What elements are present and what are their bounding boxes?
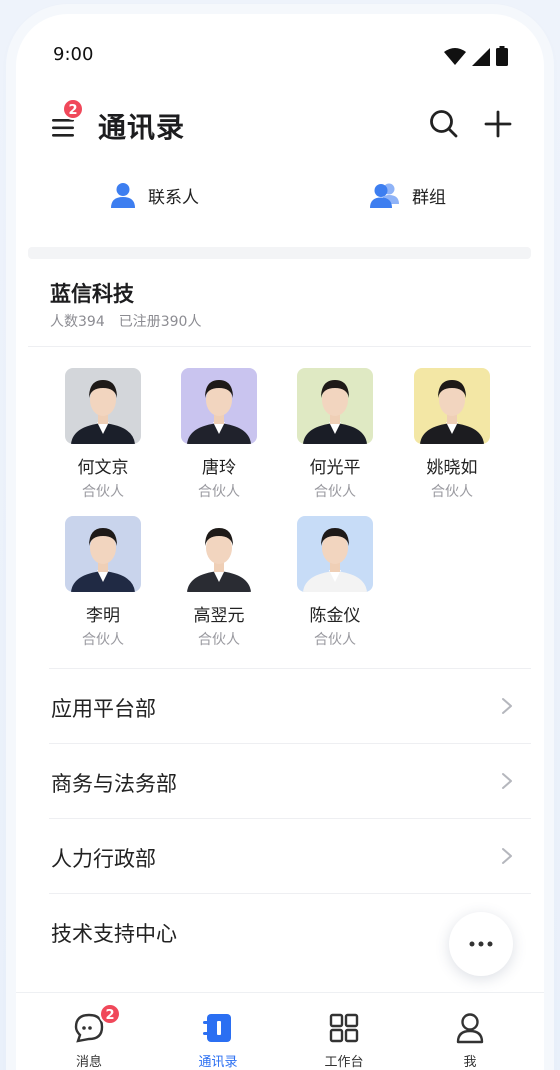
plus-icon <box>484 110 512 138</box>
contact-tabs: 联系人 群组 <box>16 174 544 234</box>
member-role: 合伙人 <box>314 632 356 648</box>
menu-notification-badge: 2 <box>62 98 84 120</box>
department-name: 技术支持中心 <box>51 922 177 946</box>
tab-contacts-label: 联系人 <box>148 187 199 208</box>
avatar <box>181 516 257 592</box>
member-name: 何文京 <box>77 458 129 478</box>
member-name: 李明 <box>86 606 120 626</box>
tabbar-label: 我 <box>463 1055 477 1070</box>
member-card[interactable]: 姚晓如 合伙人 <box>394 368 510 501</box>
org-headcount: 人数394 <box>50 314 105 330</box>
member-card[interactable]: 何光平 合伙人 <box>277 368 393 501</box>
member-name: 高翌元 <box>193 606 245 626</box>
member-name: 姚晓如 <box>426 458 478 478</box>
department-row[interactable]: 商务与法务部 <box>49 743 531 818</box>
tabbar-item-grid[interactable]: 工作台 <box>299 1011 389 1070</box>
member-role: 合伙人 <box>82 484 124 500</box>
profile-icon <box>425 1011 515 1045</box>
organization-name[interactable]: 蓝信科技 <box>50 278 134 308</box>
chevron-right-icon <box>502 773 512 789</box>
member-card[interactable]: 唐玲 合伙人 <box>161 368 277 501</box>
app-header: 2 通讯录 <box>16 94 544 156</box>
cellular-signal-icon <box>472 48 490 66</box>
member-card[interactable]: 何文京 合伙人 <box>45 368 161 501</box>
tab-contacts[interactable]: 联系人 <box>110 182 199 208</box>
more-actions-button[interactable] <box>449 912 513 976</box>
department-name: 人力行政部 <box>51 847 156 871</box>
contacts-book-icon <box>173 1011 263 1045</box>
avatar <box>65 368 141 444</box>
phone-screen: 9:00 2 通讯录 联系人 群组 蓝信科技 人数394 已注册390人 何文京… <box>16 14 544 1070</box>
avatar <box>297 516 373 592</box>
avatar <box>65 516 141 592</box>
tabbar-label: 工作台 <box>324 1055 364 1070</box>
battery-icon <box>496 46 508 66</box>
divider <box>28 346 531 347</box>
menu-button[interactable]: 2 <box>50 98 84 138</box>
department-name: 应用平台部 <box>51 697 156 721</box>
member-role: 合伙人 <box>431 484 473 500</box>
department-row[interactable]: 人力行政部 <box>49 818 531 893</box>
member-name: 何光平 <box>309 458 361 478</box>
person-icon <box>111 183 135 208</box>
member-card[interactable]: 高翌元 合伙人 <box>161 516 277 649</box>
chat-icon: 2 <box>44 1003 134 1045</box>
member-role: 合伙人 <box>198 632 240 648</box>
member-name: 唐玲 <box>202 458 236 478</box>
wifi-icon <box>444 48 466 65</box>
avatar <box>181 368 257 444</box>
tabbar-label: 消息 <box>75 1055 102 1070</box>
page-title: 通讯录 <box>98 111 186 144</box>
section-divider <box>28 247 531 259</box>
organization-stats: 人数394 已注册390人 <box>50 311 201 331</box>
group-icon <box>370 183 399 208</box>
tab-groups-label: 群组 <box>412 187 446 208</box>
status-bar: 9:00 <box>16 14 544 94</box>
avatar <box>297 368 373 444</box>
member-card[interactable]: 李明 合伙人 <box>45 516 161 649</box>
search-button[interactable] <box>428 108 460 140</box>
add-button[interactable] <box>482 108 514 140</box>
bottom-tab-bar: 2 消息 通讯录 工作台 我 <box>16 992 544 1070</box>
chevron-right-icon <box>502 698 512 714</box>
tabbar-label: 通讯录 <box>198 1055 238 1070</box>
tabbar-item-chat[interactable]: 2 消息 <box>44 1003 134 1070</box>
department-row[interactable]: 应用平台部 <box>49 668 531 743</box>
department-name: 商务与法务部 <box>51 772 177 796</box>
search-icon <box>430 110 458 138</box>
member-role: 合伙人 <box>314 484 356 500</box>
member-role: 合伙人 <box>198 484 240 500</box>
member-card[interactable]: 陈金仪 合伙人 <box>277 516 393 649</box>
member-name: 陈金仪 <box>309 606 361 626</box>
status-time: 9:00 <box>53 44 94 65</box>
chevron-right-icon <box>502 848 512 864</box>
tab-groups[interactable]: 群组 <box>370 182 446 208</box>
org-registered: 已注册390人 <box>118 314 202 330</box>
more-dots-icon <box>469 941 493 947</box>
avatar <box>414 368 490 444</box>
tabbar-item-contacts-book[interactable]: 通讯录 <box>173 1011 263 1070</box>
member-role: 合伙人 <box>82 632 124 648</box>
status-icons <box>444 46 508 66</box>
grid-icon <box>299 1011 389 1045</box>
tab-notification-badge: 2 <box>99 1003 121 1025</box>
tabbar-item-profile[interactable]: 我 <box>425 1011 515 1070</box>
